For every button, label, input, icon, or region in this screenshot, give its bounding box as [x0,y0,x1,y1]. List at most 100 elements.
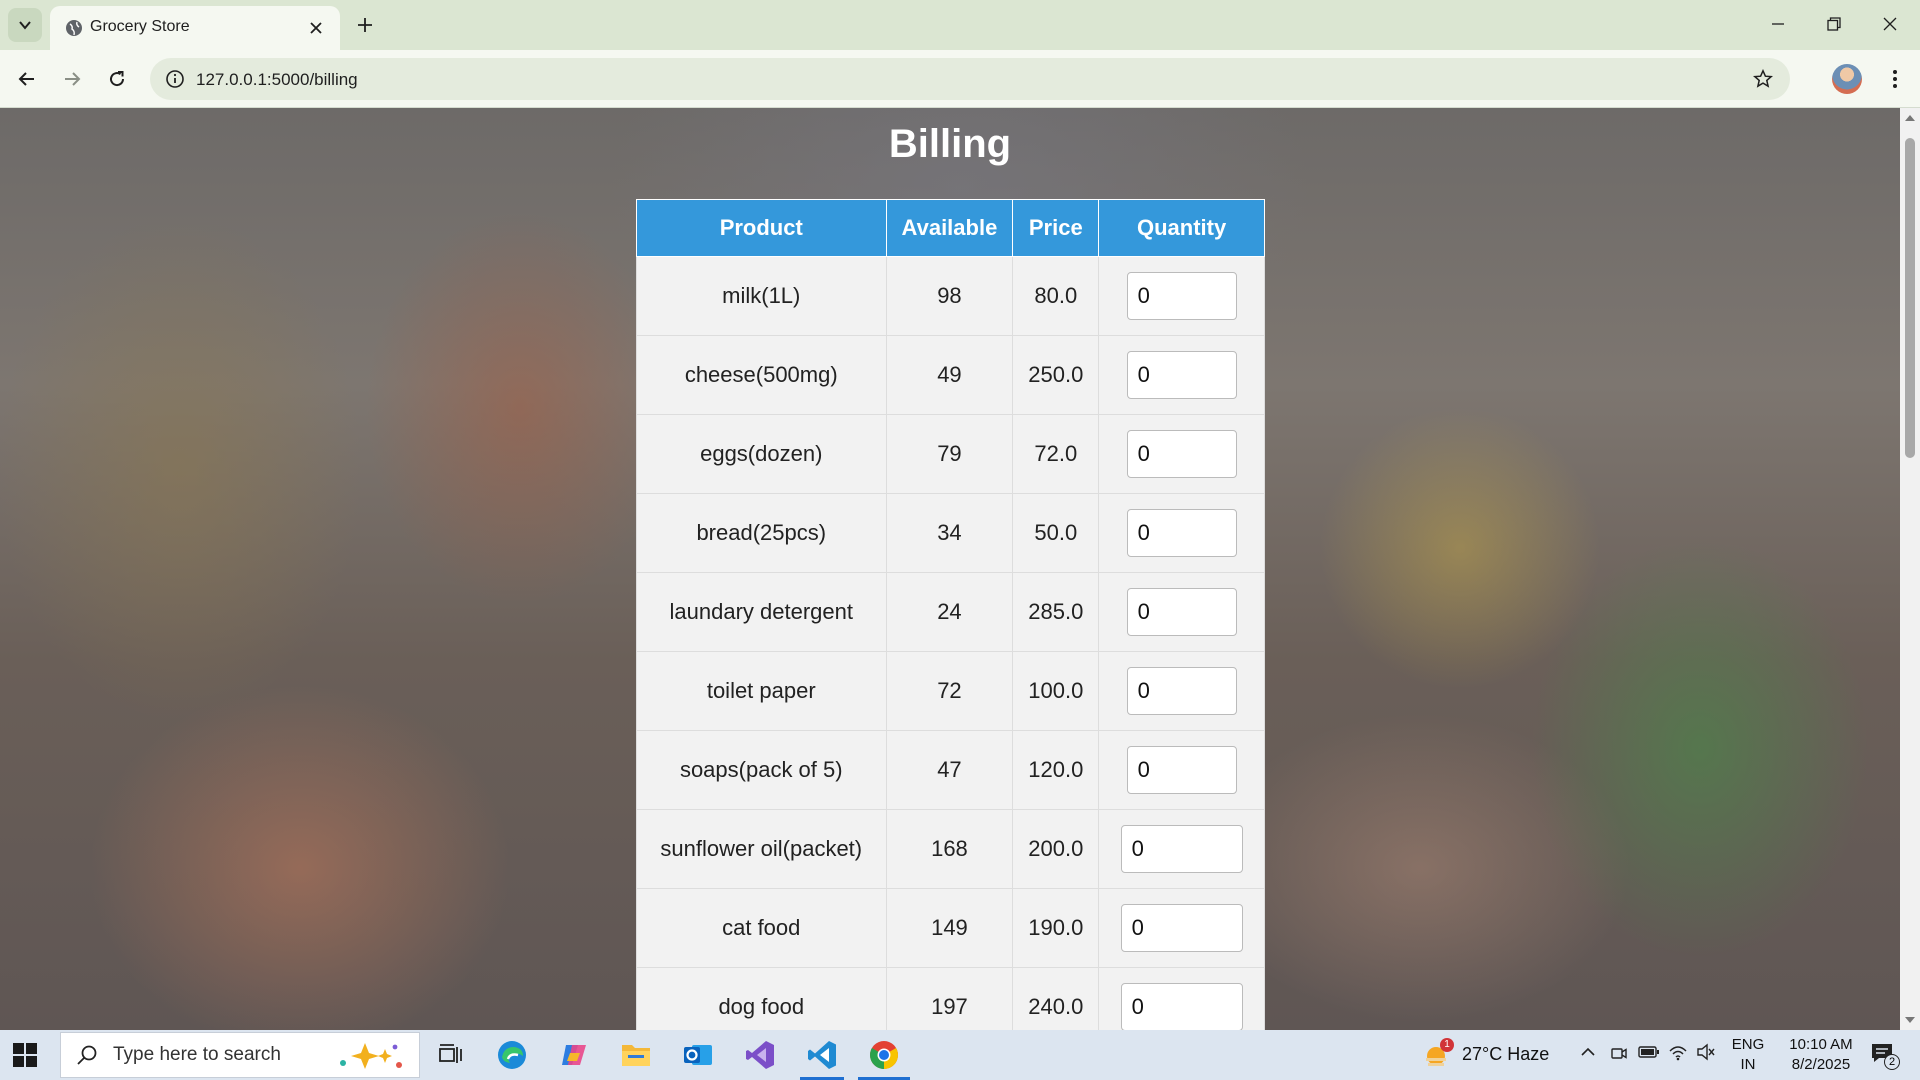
scroll-up-arrow-icon[interactable] [1904,112,1916,124]
notification-count-badge: 2 [1884,1054,1900,1070]
forward-button[interactable] [55,62,89,96]
clock-date: 8/2/2025 [1791,1056,1851,1073]
table-row: dog food 197 240.0 [636,967,1265,1030]
taskbar-file-explorer[interactable] [618,1037,654,1073]
taskbar-task-view[interactable] [432,1037,468,1073]
quantity-input[interactable] [1126,588,1237,636]
volume-icon[interactable] [1696,1043,1716,1066]
taskbar-copilot[interactable] [556,1037,592,1073]
new-tab-button[interactable] [350,10,380,40]
taskbar-chrome[interactable] [866,1037,902,1073]
quantity-cell [1098,888,1265,968]
quantity-input[interactable] [1120,825,1243,873]
battery-icon[interactable] [1638,1045,1660,1064]
browser-menu-button[interactable] [1880,62,1910,96]
column-header-price: Price [1012,199,1100,257]
browser-toolbar: 127.0.0.1:5000/billing [0,50,1920,108]
restore-button[interactable] [1806,0,1862,48]
available-cell: 34 [885,493,1014,573]
quantity-cell [1098,414,1265,494]
quantity-cell [1098,651,1265,731]
tab-close-button[interactable] [304,16,328,40]
quantity-input[interactable] [1126,509,1237,557]
windows-start-icon[interactable] [12,1042,38,1068]
reload-button[interactable] [100,62,134,96]
language-code: ENG [1731,1036,1765,1053]
url-text[interactable]: 127.0.0.1:5000/billing [196,70,358,90]
notification-center-button[interactable]: 2 [1870,1042,1900,1070]
search-placeholder: Type here to search [113,1044,281,1065]
page-scrollbar[interactable] [1900,108,1920,1030]
visual-studio-icon [746,1041,774,1069]
minimize-button[interactable] [1750,0,1806,48]
taskbar-search-box[interactable]: Type here to search [60,1032,420,1078]
address-bar[interactable]: 127.0.0.1:5000/billing [150,58,1790,100]
meet-now-icon[interactable] [1610,1044,1628,1067]
quantity-input[interactable] [1126,746,1237,794]
price-cell: 190.0 [1012,888,1100,968]
quantity-cell [1098,572,1265,652]
scroll-down-arrow-icon[interactable] [1904,1014,1916,1026]
clock-time: 10:10 AM [1789,1036,1853,1053]
quantity-cell [1098,809,1265,889]
column-header-available: Available [885,199,1014,257]
search-icon [77,1045,97,1065]
table-row: cheese(500mg) 49 250.0 [636,335,1265,415]
available-cell: 49 [885,335,1014,415]
available-cell: 197 [885,967,1014,1030]
taskbar-vscode[interactable] [804,1037,840,1073]
product-cell: eggs(dozen) [636,414,887,494]
taskbar-outlook[interactable] [680,1037,716,1073]
page-title: Billing [888,122,1012,166]
column-header-product: Product [636,199,887,257]
windows-taskbar: Type here to search 1 27°C Haze ENG IN 1… [0,1030,1920,1080]
taskbar-visual-studio[interactable] [742,1037,778,1073]
table-row: bread(25pcs) 34 50.0 [636,493,1265,573]
price-cell: 80.0 [1012,256,1100,336]
table-row: toilet paper 72 100.0 [636,651,1265,731]
table-row: cat food 149 190.0 [636,888,1265,968]
close-icon [1883,17,1897,31]
copilot-sparkle-icon [340,1043,402,1069]
available-cell: 47 [885,730,1014,810]
network-icon[interactable] [1668,1043,1688,1066]
bookmark-button[interactable] [1750,66,1776,92]
quantity-input[interactable] [1120,904,1243,952]
quantity-cell [1098,967,1265,1030]
weather-text[interactable]: 27°C Haze [1462,1044,1549,1065]
table-row: soaps(pack of 5) 47 120.0 [636,730,1265,810]
language-indicator[interactable]: ENG IN [1730,1035,1766,1075]
keyboard-region: IN [1740,1056,1756,1073]
restore-icon [1827,17,1841,31]
scrollbar-thumb[interactable] [1905,138,1915,458]
product-cell: laundary detergent [636,572,887,652]
product-cell: toilet paper [636,651,887,731]
clock[interactable]: 10:10 AM 8/2/2025 [1776,1035,1866,1075]
tab-title: Grocery Store [90,18,190,35]
back-button[interactable] [10,62,44,96]
product-cell: cat food [636,888,887,968]
site-info-icon[interactable] [164,68,186,90]
quantity-cell [1098,256,1265,336]
quantity-input[interactable] [1126,667,1237,715]
profile-avatar[interactable] [1832,64,1862,94]
more-vert-icon [1893,70,1897,88]
table-row: sunflower oil(packet) 168 200.0 [636,809,1265,889]
folder-icon [622,1045,650,1066]
quantity-input[interactable] [1126,430,1237,478]
price-cell: 250.0 [1012,335,1100,415]
quantity-input[interactable] [1126,272,1237,320]
page-viewport: Billing Product Available Price Quantity… [0,108,1900,1030]
table-row: milk(1L) 98 80.0 [636,256,1265,336]
tab-search-button[interactable] [8,8,42,42]
close-window-button[interactable] [1862,0,1918,48]
quantity-cell [1098,493,1265,573]
product-cell: bread(25pcs) [636,493,887,573]
show-hidden-icons-button[interactable] [1580,1044,1596,1065]
quantity-input[interactable] [1126,351,1237,399]
quantity-input[interactable] [1120,983,1243,1030]
browser-tab[interactable]: Grocery Store [50,6,340,50]
volume-muted-icon [1697,1043,1715,1061]
taskbar-edge[interactable] [494,1037,530,1073]
copilot-icon [562,1045,586,1065]
